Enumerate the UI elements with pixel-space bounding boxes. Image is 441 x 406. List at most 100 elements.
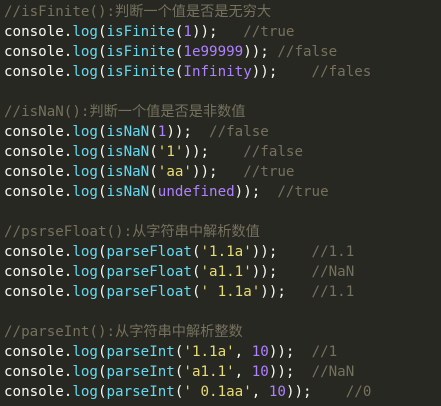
code-constant: undefined: [157, 184, 235, 200]
code-number: 10: [251, 344, 269, 360]
code-text: console.: [4, 364, 73, 380]
code-comment: //false: [277, 44, 338, 60]
code-function: log: [72, 264, 98, 280]
code-comment: //1: [311, 344, 338, 360]
code-text: console.: [4, 344, 73, 360]
code-number: 10: [251, 364, 269, 380]
code-text: (: [149, 164, 158, 180]
code-line[interactable]: //isNaN():判断一个值是否是非数值: [4, 102, 441, 122]
code-function: isNaN: [106, 144, 150, 160]
code-text: console.: [4, 284, 73, 300]
code-text: ));: [251, 64, 312, 80]
code-text: console.: [4, 44, 73, 60]
blank-line[interactable]: ​: [4, 82, 441, 102]
code-function: parseInt: [106, 364, 175, 380]
code-comment: //true: [243, 164, 295, 180]
code-function: log: [72, 164, 98, 180]
code-number: 1: [183, 24, 192, 40]
code-line[interactable]: console.log(isFinite(1)); //true: [4, 22, 441, 42]
code-function: log: [72, 384, 98, 400]
code-function: isNaN: [106, 164, 150, 180]
code-text: console.: [4, 64, 73, 80]
code-function: parseInt: [106, 384, 175, 400]
code-comment: //NaN: [311, 364, 355, 380]
blank-line[interactable]: ​: [4, 202, 441, 222]
code-line[interactable]: console.log(isNaN(undefined)); //true: [4, 182, 441, 202]
code-line[interactable]: console.log(parseInt('1.1a', 10)); //1: [4, 342, 441, 362]
code-string: '1.1a': [183, 344, 235, 360]
code-editor[interactable]: //isFinite():判断一个值是否是无穷大 console.log(isFi…: [0, 0, 441, 406]
code-constant: Infinity: [183, 64, 252, 80]
code-text: (: [97, 244, 107, 260]
code-string: '1.1a': [200, 244, 252, 260]
code-text: ));: [234, 184, 278, 200]
code-line[interactable]: console.log(isFinite(1e99999)); //false: [4, 42, 441, 62]
code-text: (: [97, 384, 107, 400]
code-line[interactable]: console.log(parseFloat('a1.1')); //NaN: [4, 262, 441, 282]
code-line[interactable]: console.log(parseInt('a1.1', 10)); //NaN: [4, 362, 441, 382]
code-line[interactable]: console.log(isFinite(Infinity)); //fales: [4, 62, 441, 82]
code-line[interactable]: console.log(parseFloat(' 1.1a')); //1.1: [4, 282, 441, 302]
code-comment: //psrseFloat():从字符串中解析数值: [4, 224, 260, 240]
code-text: (: [149, 124, 158, 140]
code-text: console.: [4, 164, 73, 180]
code-text: console.: [4, 384, 73, 400]
code-line[interactable]: //psrseFloat():从字符串中解析数值: [4, 222, 441, 242]
code-function: isFinite: [106, 44, 175, 60]
code-comment: //1.1: [311, 244, 355, 260]
code-text: ));: [268, 344, 312, 360]
code-text: (: [97, 364, 107, 380]
code-text: ));: [243, 44, 278, 60]
code-function: isFinite: [106, 64, 175, 80]
code-text: ,: [234, 364, 252, 380]
code-text: (: [97, 284, 107, 300]
code-text: ));: [183, 144, 244, 160]
code-function: parseFloat: [106, 284, 192, 300]
code-comment: //true: [277, 184, 329, 200]
code-text: console.: [4, 244, 73, 260]
code-text: (: [97, 24, 107, 40]
code-function: log: [72, 124, 98, 140]
code-number: 10: [268, 384, 286, 400]
code-text: (: [97, 184, 107, 200]
code-line[interactable]: //isFinite():判断一个值是否是无穷大: [4, 2, 441, 22]
code-function: log: [72, 244, 98, 260]
code-line[interactable]: //parseInt():从字符串中解析整数: [4, 322, 441, 342]
code-line[interactable]: console.log(isNaN(1)); //false: [4, 122, 441, 142]
code-comment: //false: [243, 144, 303, 160]
code-comment: //fales: [311, 64, 372, 80]
code-text: ));: [268, 364, 312, 380]
code-line[interactable]: console.log(isNaN('1')); //false: [4, 142, 441, 162]
code-text: (: [149, 144, 158, 160]
code-function: log: [72, 284, 98, 300]
code-text: ,: [234, 344, 252, 360]
code-function: isFinite: [106, 24, 175, 40]
code-string: '1': [157, 144, 184, 160]
code-comment: //1.1: [311, 284, 355, 300]
code-text: (: [97, 344, 107, 360]
code-line[interactable]: console.log(parseInt(' 0.1aa', 10)); //0: [4, 382, 441, 402]
code-function: isNaN: [106, 184, 150, 200]
code-text: console.: [4, 184, 73, 200]
code-function: log: [72, 44, 98, 60]
code-comment: //true: [243, 24, 295, 40]
code-line[interactable]: console.log(isNaN('aa')); //true: [4, 162, 441, 182]
code-text: ));: [251, 264, 312, 280]
code-function: log: [72, 364, 98, 380]
code-function: log: [72, 24, 98, 40]
code-text: ));: [260, 284, 312, 300]
code-function: log: [72, 344, 98, 360]
code-text: (: [97, 264, 107, 280]
code-text: (: [97, 44, 107, 60]
code-string: 'aa': [157, 164, 192, 180]
code-line[interactable]: console.log(parseFloat('1.1a')); //1.1: [4, 242, 441, 262]
code-comment: //NaN: [311, 264, 355, 280]
code-comment: //isFinite():判断一个值是否是无穷大: [4, 4, 272, 20]
code-comment: //0: [345, 384, 372, 400]
code-text: console.: [4, 264, 73, 280]
code-string: 'a1.1': [183, 364, 235, 380]
blank-line[interactable]: ​: [4, 302, 441, 322]
code-text: (: [97, 64, 107, 80]
code-number: 1e99999: [183, 44, 244, 60]
code-function: parseFloat: [106, 244, 192, 260]
